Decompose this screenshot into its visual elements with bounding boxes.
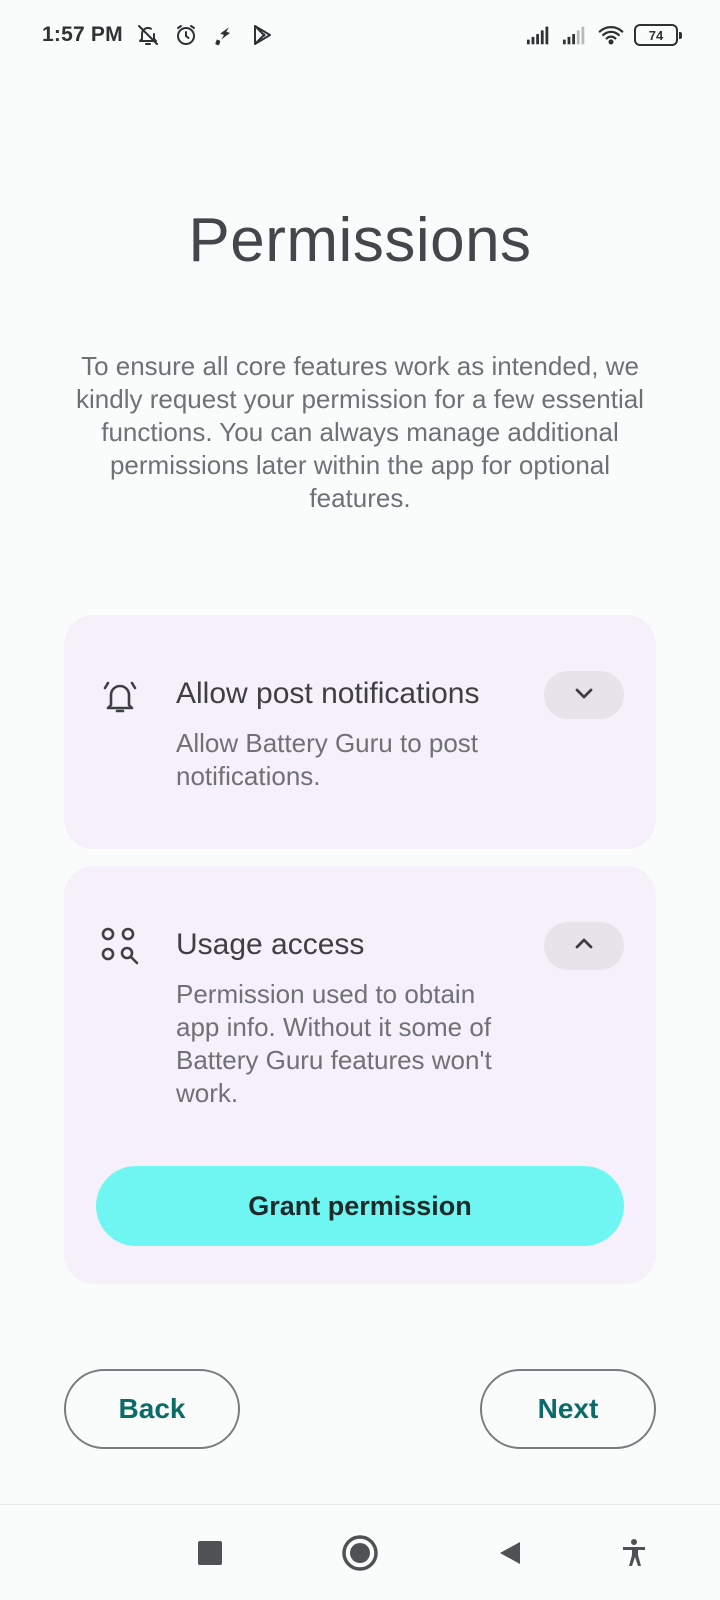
permission-title: Allow post notifications (176, 677, 480, 710)
play-store-icon (249, 22, 275, 48)
page-title: Permissions (188, 206, 532, 275)
status-time: 1:57 PM (42, 23, 123, 46)
alarm-icon (173, 22, 199, 48)
status-bar-left: 1:57 PM (42, 22, 275, 48)
back-triangle-icon[interactable] (484, 1527, 536, 1579)
permission-description: Permission used to obtain app info. With… (176, 979, 492, 1108)
apps-search-icon (98, 924, 142, 968)
permission-card-notifications[interactable]: Allow post notifications Allow Battery G… (64, 615, 656, 849)
next-button[interactable]: Next (480, 1369, 656, 1449)
accessibility-icon[interactable] (608, 1527, 660, 1579)
expand-button[interactable] (544, 671, 624, 719)
charging-plug-icon (211, 22, 237, 48)
bell-off-icon (135, 22, 161, 48)
status-bar: 1:57 PM 74 (0, 0, 720, 70)
permission-card-usage-access[interactable]: Usage access Permission used to obtain a… (64, 866, 656, 1284)
chevron-up-icon (572, 932, 596, 961)
grant-permission-button[interactable]: Grant permission (96, 1166, 624, 1246)
status-bar-right: 74 (526, 22, 682, 48)
collapse-button[interactable] (544, 922, 624, 970)
chevron-down-icon (572, 681, 596, 710)
cell-signal-1-icon (526, 22, 552, 48)
back-button[interactable]: Back (64, 1369, 240, 1449)
recents-square-icon[interactable] (184, 1527, 236, 1579)
wifi-icon (598, 22, 624, 48)
permissions-screen: 1:57 PM 74 Permissions To ensure all cor… (0, 0, 720, 1600)
bell-ringing-icon (98, 675, 142, 719)
home-circle-icon[interactable] (334, 1527, 386, 1579)
permission-description: Allow Battery Guru to post notifications… (176, 728, 479, 791)
page-description: To ensure all core features work as inte… (76, 351, 644, 513)
system-nav-bar (0, 1505, 720, 1600)
battery-indicator: 74 (634, 24, 682, 46)
cell-signal-2-icon (562, 22, 588, 48)
permission-title: Usage access (176, 928, 365, 961)
